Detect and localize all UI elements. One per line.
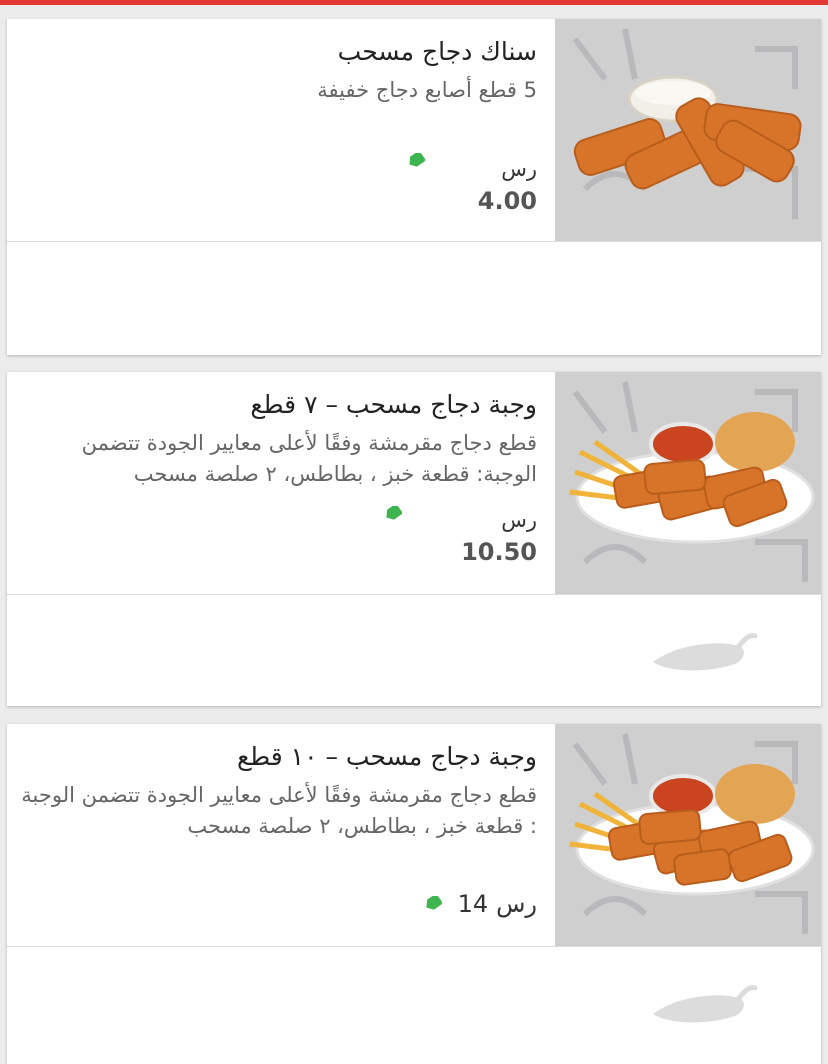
chili-pepper-icon [653, 985, 757, 1023]
chicken-meal-plate-photo [555, 724, 821, 946]
price-tag-icon [426, 896, 442, 910]
menu-item-info: وجبة دجاج مسحب – ١٠ قطع قطع دجاج مقرمشة … [17, 724, 537, 946]
menu-item-info: سناك دجاج مسحب 5 قطع أصابع دجاج خفيفة رس… [17, 19, 537, 241]
menu-item-description: قطع دجاج مقرمشة وفقًا لأعلى معايير الجود… [81, 431, 537, 486]
menu-item-info: وجبة دجاج مسحب – ٧ قطع قطع دجاج مقرمشة و… [17, 372, 537, 594]
price-value: 14 [457, 890, 489, 918]
price-line: رس14 [458, 890, 537, 918]
top-accent-bar [0, 0, 828, 5]
chili-pepper-icon [653, 633, 757, 671]
price-tag-icon [409, 153, 425, 167]
menu-item-main[interactable]: وجبة دجاج مسحب – ٧ قطع قطع دجاج مقرمشة و… [7, 372, 821, 595]
price-value: 4.00 [477, 187, 537, 215]
currency-label: رس [496, 890, 537, 918]
menu-item-card[interactable]: سناك دجاج مسحب 5 قطع أصابع دجاج خفيفة رس… [7, 19, 821, 355]
menu-item-description: قطع دجاج مقرمشة وفقًا لأعلى معايير الجود… [21, 783, 537, 838]
price-value: 10.50 [461, 538, 537, 566]
currency-label: رس [501, 508, 537, 532]
menu-item-description: 5 قطع أصابع دجاج خفيفة [317, 78, 537, 102]
menu-item-name: سناك دجاج مسحب [337, 37, 537, 66]
menu-item-name: وجبة دجاج مسحب – ١٠ قطع [236, 742, 537, 771]
price-tag-icon [386, 506, 402, 520]
menu-item-main[interactable]: وجبة دجاج مسحب – ١٠ قطع قطع دجاج مقرمشة … [7, 724, 821, 947]
menu-item-card[interactable]: وجبة دجاج مسحب – ٧ قطع قطع دجاج مقرمشة و… [7, 372, 821, 706]
menu-item-name: وجبة دجاج مسحب – ٧ قطع [250, 390, 537, 419]
chicken-fingers-dip-photo [555, 19, 821, 241]
menu-item-main[interactable]: سناك دجاج مسحب 5 قطع أصابع دجاج خفيفة رس… [7, 19, 821, 242]
menu-item-card[interactable]: وجبة دجاج مسحب – ١٠ قطع قطع دجاج مقرمشة … [7, 724, 821, 1064]
chicken-meal-plate-photo [555, 372, 821, 594]
currency-label: رس [501, 157, 537, 181]
